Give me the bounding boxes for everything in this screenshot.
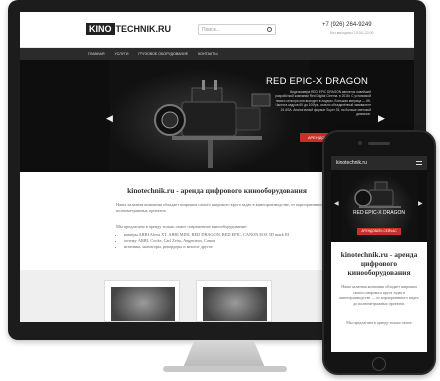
list-item: штативы, мониторы, рекордеры и многое др… <box>124 244 324 250</box>
nav-item-home[interactable]: ГЛАВНАЯ <box>88 52 104 56</box>
device-mockup: KINO TECHNIK.RU Поиск... +7 (926) 264-92… <box>0 0 440 381</box>
featured-image <box>111 287 175 321</box>
nav-item-services[interactable]: УСЛУГИ <box>114 52 128 56</box>
mobile-rent-now-button[interactable]: АРЕНДОВАТЬ СЕЙЧАС <box>357 228 401 235</box>
working-hours: Без выходных 10:00–22:00 <box>330 31 374 35</box>
mobile-camera-image <box>354 181 401 208</box>
mobile-hero: RED EPIC-X DRAGON АРЕНДОВАТЬ СЕЙЧАС ◀ ▶ <box>331 170 427 242</box>
mobile-intro-paragraph: Наша халатная компания обладает широким … <box>339 284 419 306</box>
intro-paragraph: Наша халатная компания обладает широким … <box>116 202 343 213</box>
mobile-offer-paragraph: Мы предлагаем в аренду только самое <box>346 320 412 325</box>
mobile-site-title[interactable]: kinotechnik.ru <box>336 160 367 166</box>
menu-icon[interactable] <box>416 161 422 165</box>
search-icon[interactable] <box>267 27 272 32</box>
camera-image <box>154 80 271 168</box>
mobile-next-icon[interactable]: ▶ <box>418 200 423 207</box>
offer-paragraph: Мы предлагаем в аренду только самое совр… <box>116 224 248 229</box>
mobile-screen: kinotechnik.ru RED EPIC-X DRAGON АРЕНДОВ… <box>331 156 427 352</box>
featured-card[interactable] <box>196 280 272 322</box>
mobile-phone: kinotechnik.ru RED EPIC-X DRAGON АРЕНДОВ… <box>322 130 436 375</box>
mobile-prev-icon[interactable]: ◀ <box>334 200 339 207</box>
featured-card[interactable] <box>104 280 180 322</box>
phone-number[interactable]: +7 (926) 264-9249 <box>322 22 372 28</box>
monitor-stand <box>183 340 265 368</box>
search-input[interactable]: Поиск... <box>198 24 276 35</box>
site-logo[interactable]: KINO TECHNIK.RU <box>86 22 171 36</box>
featured-image <box>203 287 267 321</box>
nav-item-equipment[interactable]: ГРУЗОВОЕ ОБОРУДОВАНИЕ <box>138 52 188 56</box>
site-header: KINO TECHNIK.RU Поиск... +7 (926) 264-92… <box>20 12 414 48</box>
slider-prev-icon[interactable]: ◀ <box>106 114 113 124</box>
slider-next-icon[interactable]: ▶ <box>378 114 385 124</box>
nav-item-contacts[interactable]: КОНТАКТЫ <box>198 52 217 56</box>
equipment-list: камеры ARRI Alexa XT, ARRI MINI, RED DRA… <box>124 232 324 250</box>
logo-box-text: KINO <box>86 23 115 35</box>
logo-text: TECHNIK.RU <box>115 24 172 34</box>
mobile-header: kinotechnik.ru <box>331 156 427 170</box>
monitor-base <box>163 366 287 372</box>
phone-speaker <box>368 142 390 145</box>
main-nav: ГЛАВНАЯ УСЛУГИ ГРУЗОВОЕ ОБОРУДОВАНИЕ КОН… <box>20 48 414 60</box>
home-button[interactable] <box>372 357 386 371</box>
hero-description: Видеокамера RED EPIC DRAGON является нов… <box>275 90 371 117</box>
phone-camera <box>358 141 362 145</box>
mobile-headline: kinotechnik.ru - аренда цифрового кинооб… <box>340 250 418 277</box>
search-placeholder: Поиск... <box>202 27 221 33</box>
hero-title: RED EPIC-X DRAGON <box>266 76 369 87</box>
mobile-hero-title: RED EPIC-X DRAGON <box>353 210 405 216</box>
